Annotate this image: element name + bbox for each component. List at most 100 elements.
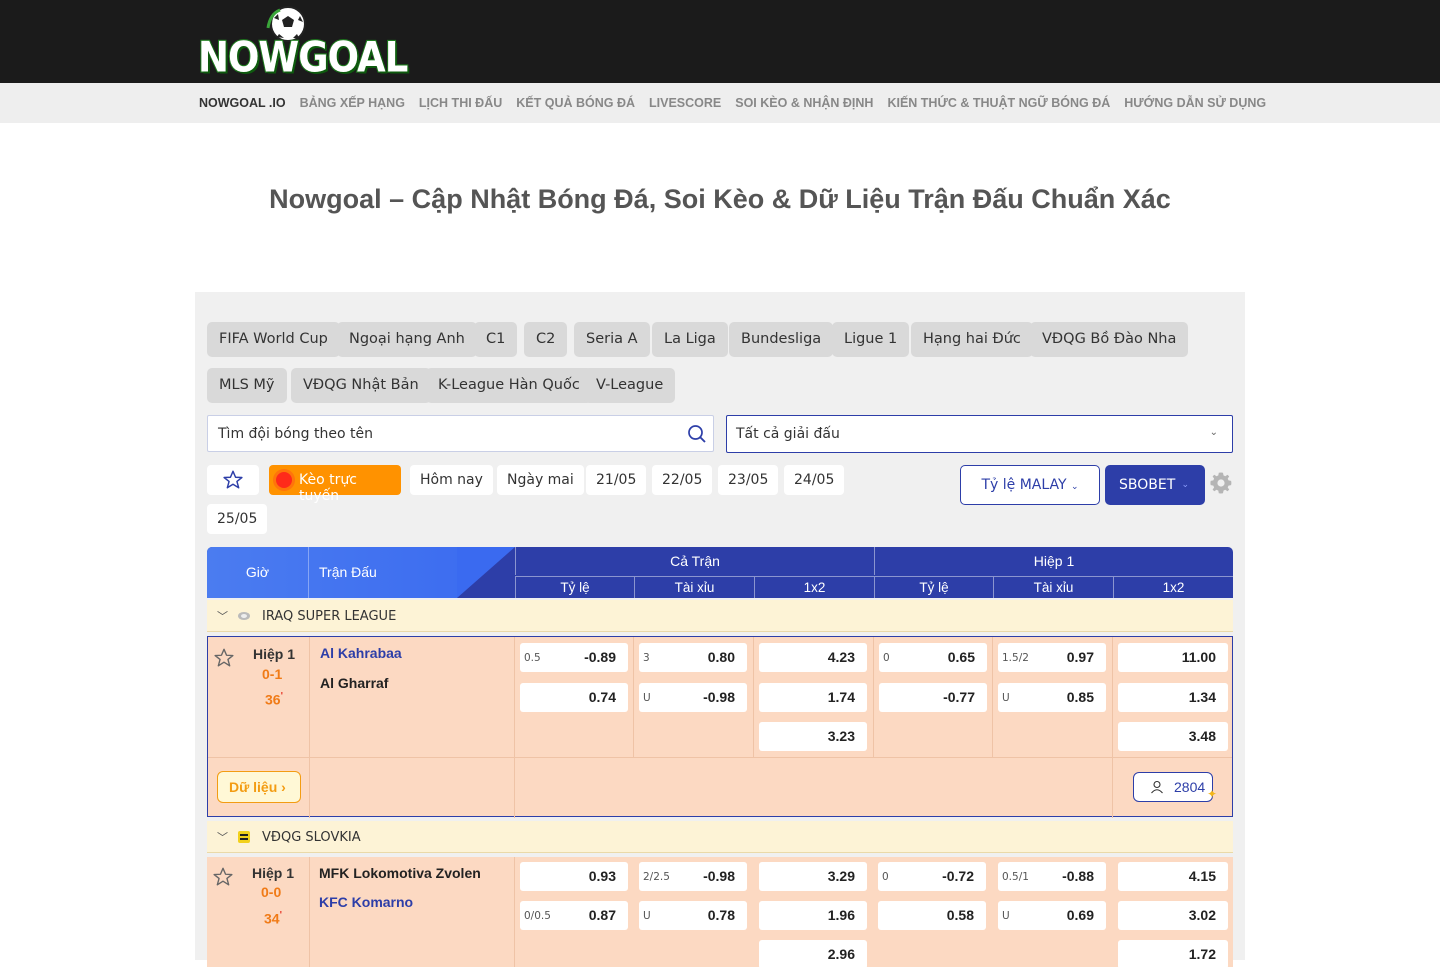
league-row[interactable]: ﹀ VĐQG SLOVKIA [207,821,1233,853]
handicap-line: 0.5/1 [1002,871,1029,883]
chip-primeira-liga[interactable]: VĐQG Bồ Đào Nha [1030,322,1189,357]
odds-cell[interactable]: -0.77 [879,683,987,712]
day-25-05[interactable]: 25/05 [207,504,268,534]
odds-format-dropdown[interactable]: Tỷ lệ MALAY ⌄ [960,465,1100,505]
odds-cell[interactable]: 4.23 [759,643,867,672]
odds-cell[interactable]: 1.96 [759,901,867,930]
odds-cell[interactable]: 0.5/1 -0.88 [998,862,1106,891]
chip-k-league[interactable]: K-League Hàn Quốc [426,368,592,403]
odds-cell[interactable]: 4.15 [1118,862,1228,891]
odds-cell[interactable]: 0.93 [520,862,628,891]
odds-cell[interactable]: 0.74 [520,683,628,712]
site-logo[interactable]: NOWGOAL [197,4,409,83]
league-row[interactable]: ﹀ IRAQ SUPER LEAGUE [207,600,1233,632]
star-icon [223,470,243,489]
chevron-down-icon[interactable]: ﹀ [217,608,228,624]
nav-item-results[interactable]: KẾT QUẢ BÓNG ĐÁ [516,96,635,110]
chip-serie-a[interactable]: Seria A [574,322,650,357]
odds-cell[interactable]: 1.74 [759,683,867,712]
chip-c1[interactable]: C1 [474,322,518,357]
gear-icon[interactable] [1209,471,1233,495]
star-icon[interactable] [212,866,234,888]
team-search-input[interactable]: Tìm đội bóng theo tên [207,415,714,452]
odds-cell[interactable]: 11.00 [1118,643,1228,672]
bookmaker-dropdown[interactable]: SBOBET ⌄ [1105,465,1205,505]
nav-item-tips[interactable]: SOI KÈO & NHẬN ĐỊNH [735,96,873,110]
odds-cell[interactable]: 3.02 [1118,901,1228,930]
divider [309,857,310,967]
home-team[interactable]: MFK Lokomotiva Zvolen [319,865,481,881]
odds-cell[interactable]: 0 0.65 [879,643,987,672]
nav-item-home[interactable]: NOWGOAL .IO [199,96,286,110]
star-icon[interactable] [213,647,235,669]
odds-cell[interactable]: U 0.78 [639,901,747,930]
main-nav-bar: NOWGOAL .IO BẢNG XẾP HẠNG LỊCH THI ĐẤU K… [0,83,1440,123]
home-team[interactable]: Al Kahrabaa [320,645,402,661]
odds-cell[interactable]: U 0.85 [998,683,1106,712]
col-match: Trận Đấu [319,564,377,580]
odds-cell[interactable]: 0/0.5 0.87 [520,901,628,930]
chip-bundesliga[interactable]: Bundesliga [729,322,834,357]
search-icon[interactable] [687,424,707,444]
favorites-button[interactable] [207,465,259,495]
nav-item-schedule[interactable]: LỊCH THI ĐẤU [419,96,502,110]
odds-cell[interactable]: 0.5 -0.89 [520,643,628,672]
odds-value: 3.23 [827,728,855,744]
chip-fifa-world-cup[interactable]: FIFA World Cup [207,322,340,357]
odds-cell[interactable]: 1.34 [1118,683,1228,712]
header-match-area: Giờ Trận Đấu [207,547,515,598]
day-tomorrow[interactable]: Ngày mai [497,465,584,495]
odds-cell[interactable]: 3 0.80 [639,643,747,672]
odds-cell[interactable]: 2/2.5 -0.98 [639,862,747,891]
odds-value: 0.85 [1066,689,1094,705]
chip-ligue-1[interactable]: Ligue 1 [832,322,910,357]
nav-item-knowledge[interactable]: KIẾN THỨC & THUẬT NGỮ BÓNG ĐÁ [887,96,1110,110]
odds-value: 4.15 [1188,868,1216,884]
odds-cell[interactable]: 3.23 [759,722,867,751]
odds-cell[interactable]: U 0.69 [998,901,1106,930]
chevron-down-icon[interactable]: ﹀ [217,829,228,845]
chip-j-league[interactable]: VĐQG Nhật Bản [291,368,431,403]
odds-cell[interactable]: U -0.98 [639,683,747,712]
day-21-05[interactable]: 21/05 [586,465,647,495]
bookmaker-label: SBOBET [1119,477,1176,493]
viewers-badge[interactable]: 2804 [1133,772,1213,802]
match-row[interactable]: Hiệp 1 0-0 34' MFK Lokomotiva Zvolen KFC… [207,857,1233,969]
search-placeholder: Tìm đội bóng theo tên [218,426,373,442]
odds-cell[interactable]: 3.29 [759,862,867,891]
nav-item-standings[interactable]: BẢNG XẾP HẠNG [300,96,405,110]
day-today[interactable]: Hôm nay [410,465,493,495]
odds-cell[interactable]: 2.96 [759,940,867,969]
nav-item-livescore[interactable]: LIVESCORE [649,96,721,110]
nav-item-guide[interactable]: HƯỚNG DẪN SỬ DỤNG [1124,96,1266,110]
day-24-05[interactable]: 24/05 [784,465,845,495]
handicap-line: 0/0.5 [524,910,551,922]
away-team[interactable]: KFC Komarno [319,894,413,910]
odds-cell[interactable]: 1.5/2 0.97 [998,643,1106,672]
odds-cell[interactable]: 0 -0.72 [878,862,986,891]
odds-cell[interactable]: 0.58 [878,901,986,930]
away-team[interactable]: Al Gharraf [320,675,388,691]
odds-cell[interactable]: 1.72 [1118,940,1228,969]
odds-value: -0.98 [703,689,735,705]
live-odds-button[interactable]: Kèo trực tuyến [269,465,401,504]
match-row[interactable]: Hiệp 1 0-1 36' Al Kahrabaa Al Gharraf 0.… [207,636,1233,818]
match-data-label: Dữ liệu [229,779,278,795]
chip-c2[interactable]: C2 [524,322,568,357]
chevron-right-icon: › [281,779,286,795]
match-data-button[interactable]: Dữ liệu › [217,771,301,803]
odds-table-header: Giờ Trận Đấu Cả Trận Hiệp 1 Tỷ lệ Tài xỉ… [207,547,1233,598]
col-h1-handicap: Tỷ lệ [874,576,993,598]
chip-2-bundesliga[interactable]: Hạng hai Đức [911,322,1033,357]
odds-value: -0.98 [703,868,735,884]
divider [309,637,310,818]
chip-v-league[interactable]: V-League [584,368,676,403]
day-23-05[interactable]: 23/05 [718,465,779,495]
odds-cell[interactable]: 3.48 [1118,722,1228,751]
league-filter-select[interactable]: Tất cả giải đấu ⌄ [726,415,1233,453]
chip-mls[interactable]: MLS Mỹ [207,368,287,403]
chip-premier-league[interactable]: Ngoại hạng Anh [337,322,477,357]
league-flag-icon [238,831,250,843]
chip-la-liga[interactable]: La Liga [652,322,728,357]
day-22-05[interactable]: 22/05 [652,465,713,495]
